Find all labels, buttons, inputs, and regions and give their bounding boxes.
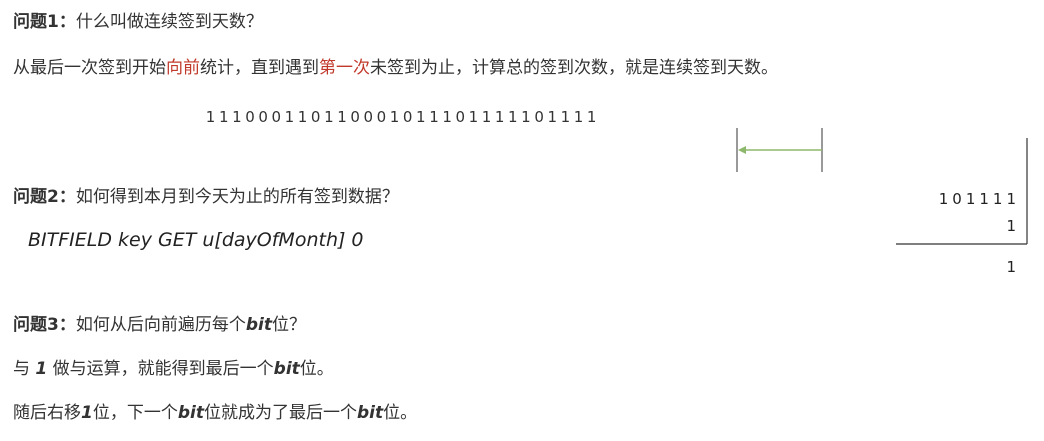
question-3-label: 问题3： [13,315,76,335]
question-2-label: 问题2： [13,187,76,207]
bit-digit: 1 [547,108,557,126]
answer-3-l1-c: 位。 [299,359,334,379]
bit-digit: 1 [560,108,571,126]
bit-digit: 0 [534,108,544,126]
answer-1-part-c: 未签到为止，计算总的签到次数，就是连续签到天数。 [370,58,778,78]
bit-digit: 1 [508,108,518,126]
bit-digit: 1 [284,108,295,126]
bit-digit: 1 [481,108,492,126]
question-1-label: 问题1： [13,12,76,32]
answer-3-l2-a: 随后右移 [13,403,81,423]
answer-3-l2-bit-word-1: bit [177,403,204,423]
and-demo-row2: 1 [1006,217,1020,235]
bit-digit: 1 [205,108,216,126]
bit-digit: 1 [232,108,242,126]
answer-3-l1-b: 做与运算，就能得到最后一个 [47,359,274,379]
answer-3-l2-one: 1 [81,403,93,423]
bit-digit: 0 [245,108,255,126]
bit-sequence: 111000110110001011101111101111 [204,108,598,126]
question-2-text: 如何得到本月到今天为止的所有签到数据？ [75,187,399,207]
question-3-bit-word: bit [245,315,272,335]
and-demo-result: 1 [1006,258,1020,276]
bit-digit: 0 [455,108,466,126]
bit-digit: 1 [429,108,439,126]
bit-digit: 1 [297,108,308,126]
bit-digit: 1 [337,108,347,126]
bit-digit: 1 [389,108,400,126]
bit-digit: 0 [350,108,360,126]
bit-digit: 1 [416,108,426,126]
answer-1-highlight-forward: 向前 [166,58,200,78]
bit-digit: 0 [402,108,413,126]
bit-digit: 0 [376,108,387,126]
and-demo: 101111 1 1 [896,190,1020,280]
bit-digit: 1 [573,108,584,126]
answer-3-l2-b: 位，下一个 [92,403,178,423]
answer-3-line-2: 随后右移1位，下一个bit位就成为了最后一个bit位。 [13,401,417,425]
question-1-line: 问题1：什么叫做连续签到天数？ [13,10,263,34]
direction-arrow-head-icon [738,146,746,154]
bit-digit: 1 [218,108,229,126]
answer-3-l2-c: 位就成为了最后一个 [203,403,357,423]
bit-digit: 1 [586,108,597,126]
question-3-line: 问题3：如何从后向前遍历每个bit位？ [13,313,306,337]
bit-digit: 1 [521,108,531,126]
bit-digit: 0 [271,108,282,126]
answer-1-part-a: 从最后一次签到开始 [13,58,166,78]
bit-digit: 1 [324,108,334,126]
question-2-line: 问题2：如何得到本月到今天为止的所有签到数据？ [13,185,399,209]
answer-3-line-1: 与 1 做与运算，就能得到最后一个bit位。 [13,357,334,381]
answer-3-l2-d: 位。 [383,403,418,423]
question-1-text: 什么叫做连续签到天数？ [75,12,263,32]
bit-digit: 0 [258,108,268,126]
answer-3-l1-a: 与 [13,359,36,379]
and-demo-row1: 101111 [938,190,1020,208]
bit-digit: 1 [468,108,479,126]
answer-1-part-b: 统计，直到遇到 [200,58,319,78]
answer-3-l1-one: 1 [35,359,48,379]
bit-digit: 1 [494,108,505,126]
answer-1-highlight-first: 第一次 [319,58,370,78]
bit-digit: 0 [363,108,374,126]
bit-digit: 1 [442,108,452,126]
answer-1-line: 从最后一次签到开始向前统计，直到遇到第一次未签到为止，计算总的签到次数，就是连续… [13,56,778,80]
question-3-text-a: 如何从后向前遍历每个 [75,315,246,335]
bitfield-command: BITFIELD key GET u[dayOfMonth] 0 [28,229,364,251]
answer-3-l2-bit-word-2: bit [356,403,384,423]
answer-3-l1-bit-word: bit [273,359,300,379]
bit-digit: 0 [310,108,321,126]
question-3-text-b: 位？ [271,315,306,335]
